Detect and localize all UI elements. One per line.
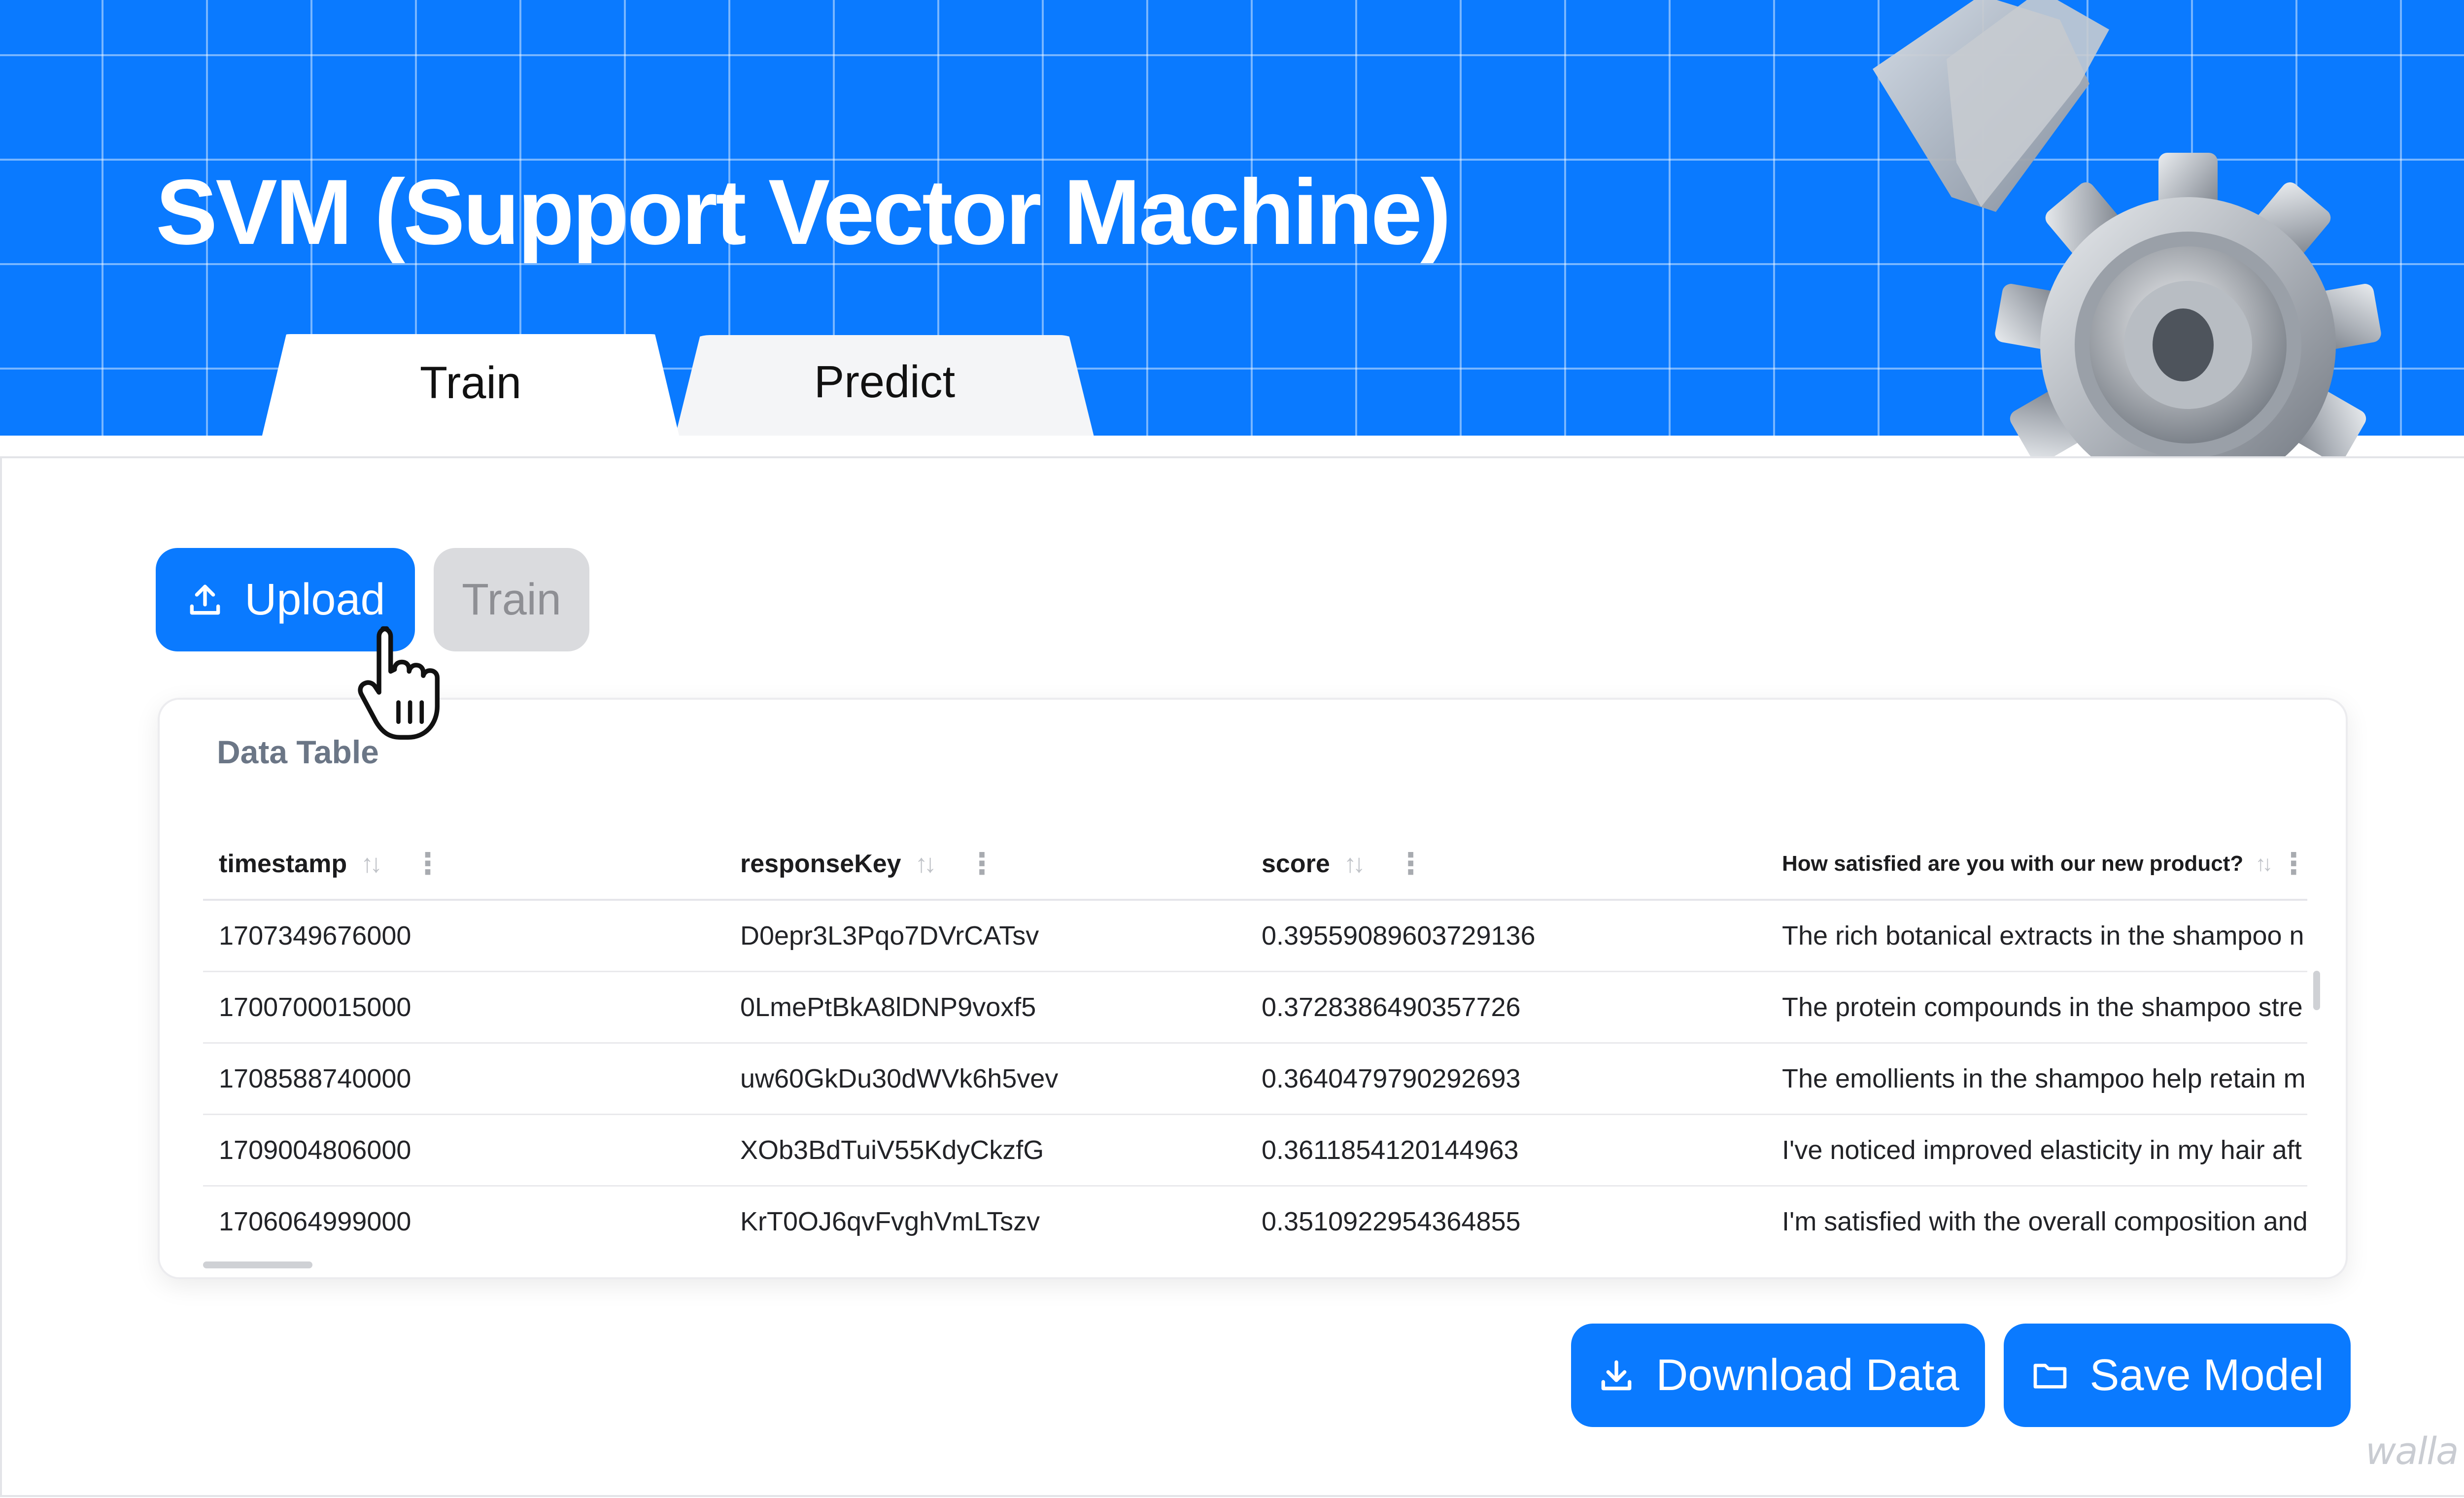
column-label: How satisfied are you with our new produ… — [1782, 851, 2244, 876]
sort-icon[interactable]: ↑↓ — [2255, 851, 2273, 876]
cell-score: 0.39559089603729136 — [1262, 921, 1536, 951]
cell-satisfaction: The protein compounds in the shampoo str… — [1782, 992, 2303, 1022]
download-data-label: Download Data — [1656, 1350, 1959, 1400]
cell-satisfaction: The emollients in the shampoo help retai… — [1782, 1064, 2306, 1093]
column-menu-icon[interactable]: ⋮ — [2279, 849, 2308, 879]
cell-timestamp: 1707349676000 — [219, 921, 411, 951]
tab-predict[interactable]: Predict — [675, 335, 1094, 436]
tab-train[interactable]: Train — [261, 334, 680, 436]
cell-timestamp: 1708588740000 — [219, 1064, 411, 1093]
train-button-label: Train — [462, 575, 561, 624]
column-menu-icon[interactable]: ⋮ — [1396, 849, 1426, 879]
column-header-satisfaction[interactable]: How satisfied are you with our new produ… — [1782, 829, 2308, 899]
sort-icon[interactable]: ↑↓ — [1344, 849, 1366, 879]
cell-responsekey: D0epr3L3Pqo7DVrCATsv — [740, 921, 1039, 951]
save-model-label: Save Model — [2089, 1350, 2324, 1400]
page-title: SVM (Support Vector Machine) — [156, 160, 1451, 264]
column-header-score[interactable]: score ↑↓ ⋮ — [1262, 829, 1426, 899]
data-table-card: Data Table timestamp ↑↓ ⋮ responseKey ↑↓… — [158, 698, 2348, 1279]
cell-satisfaction: The rich botanical extracts in the shamp… — [1782, 921, 2304, 951]
gear-illustration-icon — [1873, 0, 2381, 532]
horizontal-scrollbar[interactable] — [203, 1261, 312, 1268]
hand-cursor-icon — [358, 626, 440, 740]
cell-responsekey: KrT0OJ6qvFvghVmLTszv — [740, 1207, 1040, 1236]
cell-responsekey: XOb3BdTuiV55KdyCkzfG — [740, 1135, 1044, 1165]
table-row[interactable]: 1707349676000 D0epr3L3Pqo7DVrCATsv 0.395… — [203, 901, 2307, 972]
column-header-responsekey[interactable]: responseKey ↑↓ ⋮ — [740, 829, 997, 899]
download-icon — [1601, 1360, 1632, 1391]
save-model-button[interactable]: Save Model — [2004, 1324, 2351, 1427]
table-row[interactable]: 1709004806000 XOb3BdTuiV55KdyCkzfG 0.361… — [203, 1115, 2307, 1187]
table-row[interactable]: 1708588740000 uw60GkDu30dWVk6h5vev 0.364… — [203, 1044, 2307, 1115]
column-label: score — [1262, 850, 1330, 878]
column-menu-icon[interactable]: ⋮ — [413, 849, 443, 879]
cell-responsekey: 0LmePtBkA8lDNP9voxf5 — [740, 992, 1036, 1022]
vertical-scrollbar[interactable] — [2313, 971, 2320, 1010]
cell-score: 0.3640479790292693 — [1262, 1064, 1521, 1093]
cell-timestamp: 1700700015000 — [219, 992, 411, 1022]
column-header-timestamp[interactable]: timestamp ↑↓ ⋮ — [219, 829, 443, 899]
walla-logo: walla — [2365, 1429, 2459, 1473]
column-menu-icon[interactable]: ⋮ — [967, 849, 997, 879]
upload-icon — [190, 584, 220, 615]
cell-satisfaction: I'm satisfied with the overall compositi… — [1782, 1207, 2307, 1236]
download-data-button[interactable]: Download Data — [1571, 1324, 1985, 1427]
table-row[interactable]: 1700700015000 0LmePtBkA8lDNP9voxf5 0.372… — [203, 972, 2307, 1044]
cell-responsekey: uw60GkDu30dWVk6h5vev — [740, 1064, 1059, 1093]
sort-icon[interactable]: ↑↓ — [915, 849, 937, 879]
data-table: timestamp ↑↓ ⋮ responseKey ↑↓ ⋮ score ↑↓… — [203, 829, 2308, 1257]
tab-train-label: Train — [419, 357, 522, 408]
folder-icon — [2034, 1363, 2067, 1389]
cell-score: 0.3728386490357726 — [1262, 992, 1521, 1022]
cell-score: 0.3611854120144963 — [1262, 1135, 1519, 1165]
sort-icon[interactable]: ↑↓ — [361, 849, 382, 879]
upload-button-label: Upload — [244, 575, 385, 624]
cell-timestamp: 1709004806000 — [219, 1135, 411, 1165]
cell-satisfaction: I've noticed improved elasticity in my h… — [1782, 1135, 2302, 1165]
column-label: timestamp — [219, 850, 347, 878]
tab-predict-label: Predict — [814, 356, 956, 407]
table-row[interactable]: 1706064999000 KrT0OJ6qvFvghVmLTszv 0.351… — [203, 1187, 2307, 1257]
cell-timestamp: 1706064999000 — [219, 1207, 411, 1236]
column-label: responseKey — [740, 850, 901, 878]
table-header: timestamp ↑↓ ⋮ responseKey ↑↓ ⋮ score ↑↓… — [203, 829, 2308, 901]
cell-score: 0.3510922954364855 — [1262, 1207, 1521, 1236]
